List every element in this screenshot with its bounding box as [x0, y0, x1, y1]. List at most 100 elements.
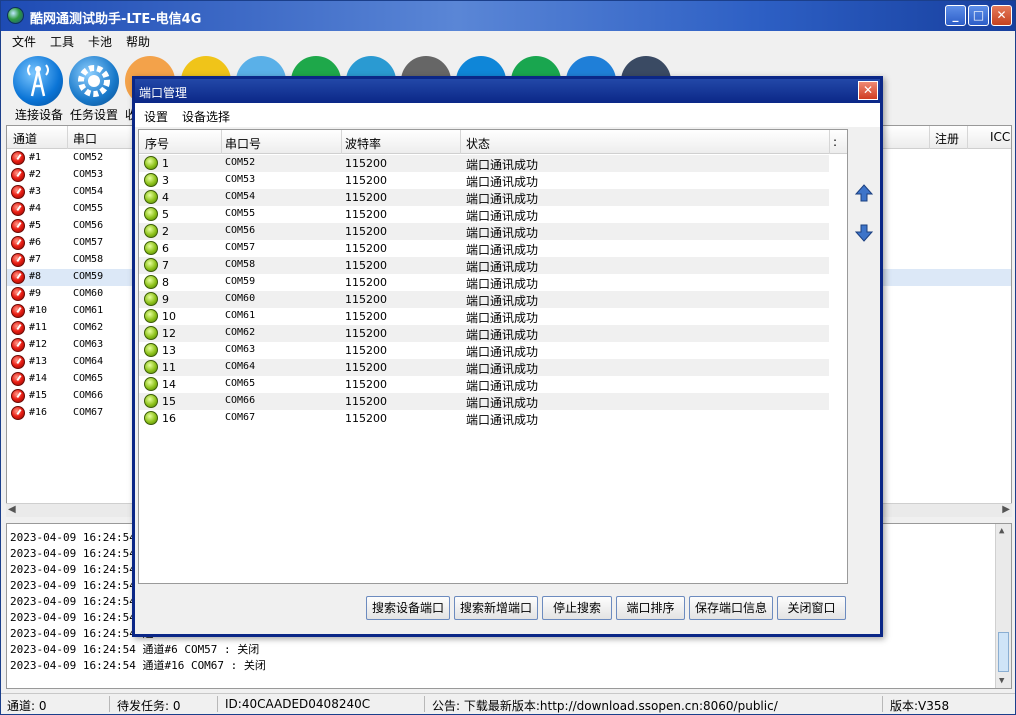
- table-row[interactable]: #15 COM66: [7, 388, 137, 405]
- table-row[interactable]: #9 COM60: [7, 286, 137, 303]
- channel-cell: #14: [29, 373, 48, 384]
- list-item[interactable]: 14 COM65 115200 端口通讯成功: [139, 376, 829, 393]
- gear-icon[interactable]: [69, 56, 119, 106]
- table-row[interactable]: #5 COM56: [7, 218, 137, 235]
- col-port-name[interactable]: 串口号: [225, 135, 261, 152]
- port-name-cell: COM64: [225, 361, 256, 372]
- task-settings-label[interactable]: 任务设置: [70, 106, 118, 123]
- dialog-menu-settings[interactable]: 设置: [144, 108, 168, 125]
- stop-search-button[interactable]: 停止搜索: [542, 596, 612, 620]
- table-row[interactable]: #11 COM62: [7, 320, 137, 337]
- dialog-close-button[interactable]: ✕: [858, 81, 878, 100]
- move-up-arrow-icon[interactable]: [854, 183, 874, 203]
- sort-ports-button[interactable]: 端口排序: [616, 596, 685, 620]
- channel-cell: #10: [29, 305, 48, 316]
- port-cell: COM53: [73, 169, 104, 180]
- title-bar[interactable]: 酷网通测试助手-LTE-电信4G _ □ ✕: [1, 1, 1015, 31]
- port-cell: COM59: [73, 271, 104, 282]
- move-down-arrow-icon[interactable]: [854, 223, 874, 243]
- col-channel[interactable]: 通道: [13, 130, 37, 147]
- log-line: 2023-04-09 16:24:54 通道#16 COM67 : 关闭: [10, 659, 266, 672]
- menu-card-pool[interactable]: 卡池: [88, 33, 112, 50]
- list-item[interactable]: 5 COM55 115200 端口通讯成功: [139, 206, 829, 223]
- list-item[interactable]: 2 COM56 115200 端口通讯成功: [139, 223, 829, 240]
- state-cell: 端口通讯成功: [466, 345, 539, 359]
- table-row[interactable]: #16 COM67: [7, 405, 137, 422]
- channel-cell: #9: [29, 288, 42, 299]
- dialog-menu: 设置 设备选择: [135, 103, 880, 127]
- port-cell: COM64: [73, 356, 104, 367]
- status-ok-icon: [144, 241, 158, 255]
- state-cell: 端口通讯成功: [466, 226, 539, 240]
- baud-cell: 115200: [345, 412, 387, 425]
- port-name-cell: COM58: [225, 259, 256, 270]
- state-cell: 端口通讯成功: [466, 277, 539, 291]
- index-cell: 7: [162, 259, 169, 272]
- list-item[interactable]: 6 COM57 115200 端口通讯成功: [139, 240, 829, 257]
- index-cell: 8: [162, 276, 169, 289]
- port-cell: COM60: [73, 288, 104, 299]
- dialog-title-bar[interactable]: 端口管理 ✕: [135, 79, 880, 103]
- scroll-thumb[interactable]: [998, 632, 1009, 672]
- channel-cell: #4: [29, 203, 42, 214]
- list-item[interactable]: 3 COM53 115200 端口通讯成功: [139, 172, 829, 189]
- col-index[interactable]: 序号: [145, 135, 169, 152]
- minimize-button[interactable]: _: [945, 5, 966, 26]
- table-row[interactable]: #12 COM63: [7, 337, 137, 354]
- menu-bar: 文件 工具 卡池 帮助: [1, 31, 1015, 51]
- col-extra[interactable]: :: [833, 135, 837, 149]
- save-port-info-button[interactable]: 保存端口信息: [689, 596, 773, 620]
- list-item[interactable]: 10 COM61 115200 端口通讯成功: [139, 308, 829, 325]
- list-item[interactable]: 12 COM62 115200 端口通讯成功: [139, 325, 829, 342]
- list-item[interactable]: 1 COM52 115200 端口通讯成功: [139, 155, 829, 172]
- menu-tools[interactable]: 工具: [50, 33, 74, 50]
- table-row[interactable]: #4 COM55: [7, 201, 137, 218]
- col-iccid[interactable]: ICCI: [990, 130, 1011, 144]
- status-error-icon: [11, 304, 25, 318]
- list-item[interactable]: 15 COM66 115200 端口通讯成功: [139, 393, 829, 410]
- col-state[interactable]: 状态: [466, 135, 490, 152]
- table-row[interactable]: #14 COM65: [7, 371, 137, 388]
- search-device-ports-button[interactable]: 搜索设备端口: [366, 596, 450, 620]
- list-item[interactable]: 4 COM54 115200 端口通讯成功: [139, 189, 829, 206]
- port-name-cell: COM62: [225, 327, 256, 338]
- table-row[interactable]: #2 COM53: [7, 167, 137, 184]
- search-new-ports-button[interactable]: 搜索新增端口: [454, 596, 538, 620]
- status-error-icon: [11, 151, 25, 165]
- baud-cell: 115200: [345, 242, 387, 255]
- index-cell: 2: [162, 225, 169, 238]
- list-item[interactable]: 13 COM63 115200 端口通讯成功: [139, 342, 829, 359]
- index-cell: 12: [162, 327, 176, 340]
- table-row[interactable]: #7 COM58: [7, 252, 137, 269]
- port-name-cell: COM63: [225, 344, 256, 355]
- close-window-button[interactable]: 关闭窗口: [777, 596, 846, 620]
- col-port[interactable]: 串口: [73, 130, 97, 147]
- port-list-header: 序号 串口号 波特率 状态 :: [139, 130, 847, 154]
- status-error-icon: [11, 287, 25, 301]
- table-row[interactable]: #13 COM64: [7, 354, 137, 371]
- list-item[interactable]: 11 COM64 115200 端口通讯成功: [139, 359, 829, 376]
- col-register[interactable]: 注册: [935, 130, 959, 147]
- antenna-icon[interactable]: [13, 56, 63, 106]
- table-row[interactable]: #1 COM52: [7, 150, 137, 167]
- col-baud[interactable]: 波特率: [345, 135, 381, 152]
- table-row[interactable]: #3 COM54: [7, 184, 137, 201]
- list-item[interactable]: 9 COM60 115200 端口通讯成功: [139, 291, 829, 308]
- menu-help[interactable]: 帮助: [126, 33, 150, 50]
- dialog-menu-device-select[interactable]: 设备选择: [182, 108, 230, 125]
- table-row[interactable]: #10 COM61: [7, 303, 137, 320]
- log-scrollbar[interactable]: ▲ ▼: [995, 524, 1011, 688]
- close-button[interactable]: ✕: [991, 5, 1012, 26]
- connect-device-label[interactable]: 连接设备: [15, 106, 63, 123]
- state-cell: 端口通讯成功: [466, 175, 539, 189]
- index-cell: 6: [162, 242, 169, 255]
- status-notice: 公告: 下载最新版本:http://download.ssopen.cn:806…: [432, 699, 778, 713]
- state-cell: 端口通讯成功: [466, 396, 539, 410]
- list-item[interactable]: 16 COM67 115200 端口通讯成功: [139, 410, 829, 427]
- table-row[interactable]: #6 COM57: [7, 235, 137, 252]
- menu-file[interactable]: 文件: [12, 33, 36, 50]
- maximize-button[interactable]: □: [968, 5, 989, 26]
- list-item[interactable]: 7 COM58 115200 端口通讯成功: [139, 257, 829, 274]
- list-item[interactable]: 8 COM59 115200 端口通讯成功: [139, 274, 829, 291]
- port-name-cell: COM53: [225, 174, 256, 185]
